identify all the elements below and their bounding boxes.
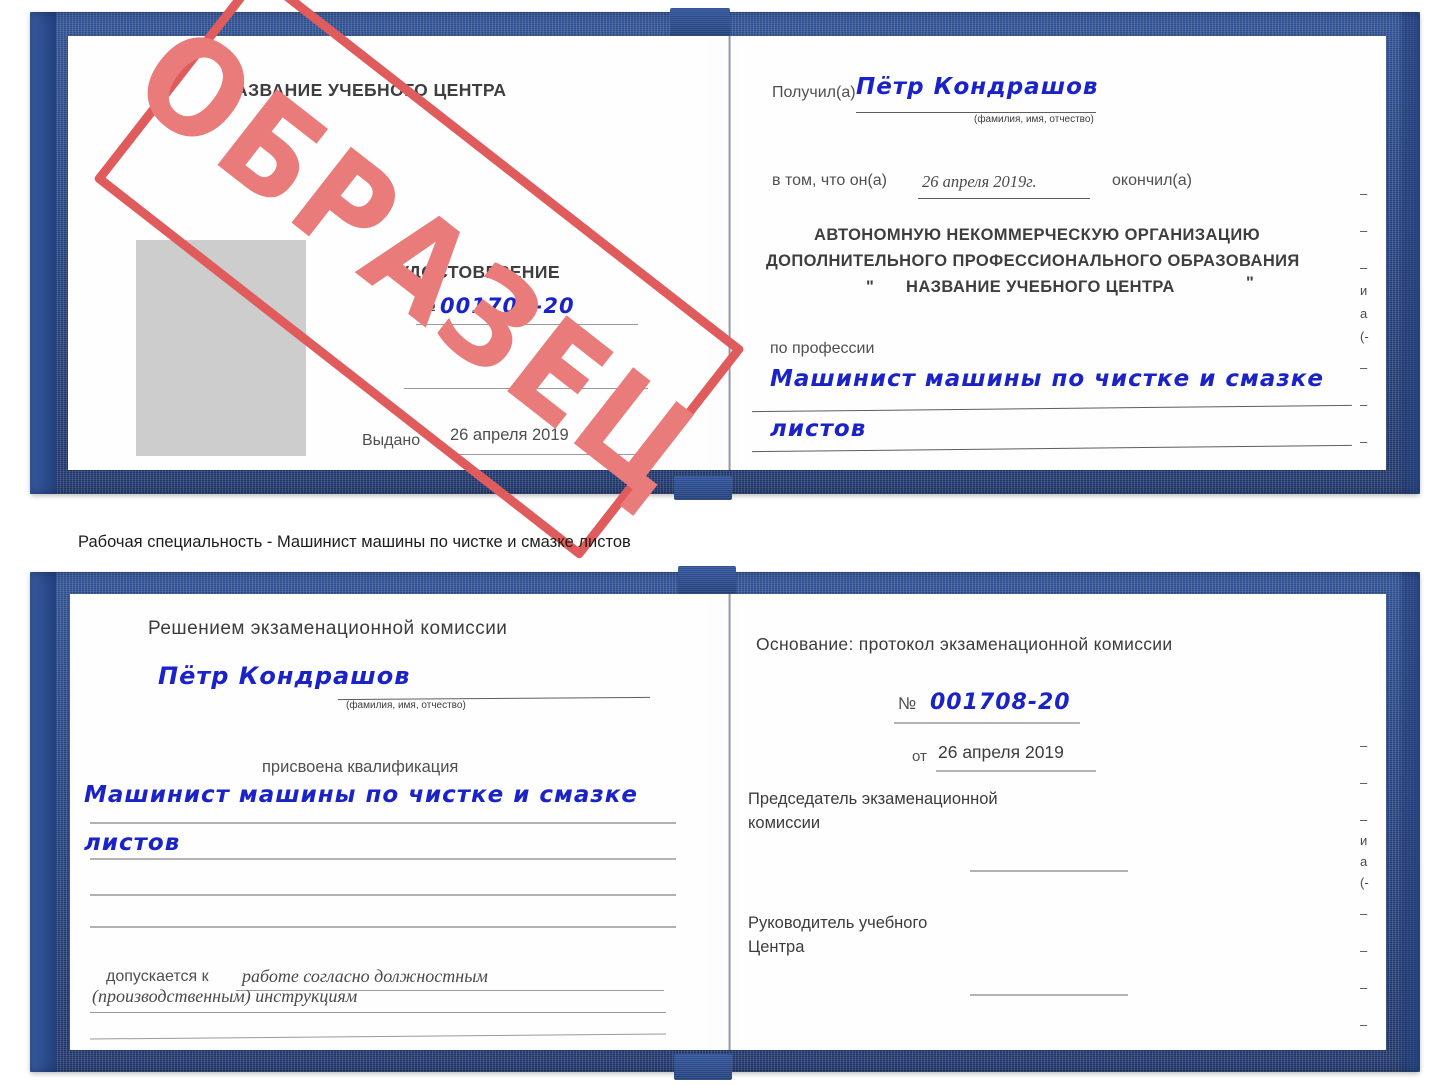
protocol-number-rule: [894, 722, 1080, 724]
fio-hint-top: (фамилия, имя, отчество): [974, 114, 1094, 125]
edge-fragment: –: [1360, 738, 1368, 753]
page-spine-top: [728, 36, 731, 470]
finish-date-rule: [918, 198, 1090, 199]
protocol-from-rule: [936, 770, 1096, 772]
head-label-line-2: Центра: [748, 938, 805, 956]
certificate-pages-bottom: Решением экзаменационной комиссии Пётр К…: [70, 594, 1386, 1050]
edge-fragments-bottom: – – – и а (- – – – –: [1360, 738, 1384, 1032]
head-label-line-1: Руководитель учебного: [748, 914, 928, 932]
org-line-3: НАЗВАНИЕ УЧЕБНОГО ЦЕНТРА: [906, 278, 1175, 296]
doc-type-label: УДОСТОВЕРЕНИЕ: [398, 262, 560, 282]
profession-label: по профессии: [770, 340, 875, 357]
number-rule-top-left: [416, 324, 638, 325]
binding-tab-top: [670, 8, 730, 36]
issued-value: 26 апреля 2019: [450, 426, 569, 444]
edge-fragment: –: [1360, 980, 1368, 995]
issued-rule: [448, 454, 640, 455]
chairman-signature-rule: [970, 870, 1128, 872]
page-bottom-left: Решением экзаменационной комиссии Пётр К…: [70, 594, 708, 1050]
certificate-pages-top: НАЗВАНИЕ УЧЕБНОГО ЦЕНТРА УДОСТОВЕРЕНИЕ №…: [68, 36, 1386, 470]
fio-hint-bottom: (фамилия, имя, отчество): [346, 700, 466, 711]
edge-fragment: –: [1360, 1017, 1368, 1032]
edge-fragment: –: [1360, 186, 1368, 201]
binding-tab-bottom-2: [674, 1054, 732, 1080]
edge-fragment: (-: [1360, 329, 1369, 344]
allowed-value-line-2: (производственным) инструкциям: [92, 986, 358, 1006]
allowed-rule-2: [90, 1012, 666, 1013]
basis-label: Основание: протокол экзаменационной коми…: [756, 634, 1173, 654]
issued-label: Выдано: [362, 432, 421, 449]
head-signature-rule: [970, 994, 1128, 996]
qualification-rule-1: [90, 822, 676, 824]
edge-fragment: –: [1360, 223, 1368, 238]
commission-decision-heading: Решением экзаменационной комиссии: [148, 618, 508, 639]
page-top-left: НАЗВАНИЕ УЧЕБНОГО ЦЕНТРА УДОСТОВЕРЕНИЕ №…: [68, 36, 708, 470]
protocol-number-label: №: [898, 694, 917, 713]
number-label-top-left: №: [418, 298, 437, 315]
student-name-bottom: Пётр Кондрашов: [158, 662, 411, 690]
org-title-top-left: НАЗВАНИЕ УЧЕБНОГО ЦЕНТРА: [222, 80, 507, 100]
org-line-1: АВТОНОМНУЮ НЕКОММЕРЧЕСКУЮ ОРГАНИЗАЦИЮ: [814, 226, 1260, 244]
page-spine-bottom: [728, 594, 731, 1050]
qualification-value-line-2: листов: [84, 830, 181, 856]
edge-fragment: –: [1360, 906, 1368, 921]
qualification-value-line-1: Машинист машины по чистке и смазке: [84, 782, 638, 808]
certificate-bottom: Решением экзаменационной комиссии Пётр К…: [30, 566, 1420, 1080]
allowed-label: допускается к: [106, 968, 209, 985]
profession-rule-1: [752, 404, 1352, 413]
finish-date-value: 26 апреля 2019г.: [922, 172, 1037, 191]
blank-rule-top-left-1: [404, 388, 648, 389]
edge-fragment: –: [1360, 812, 1368, 827]
received-value: Пётр Кондрашов: [856, 74, 1099, 100]
edge-fragment: –: [1360, 434, 1368, 449]
edge-fragment: и: [1360, 833, 1368, 848]
profession-value-line-1: Машинист машины по чистке и смазке: [770, 366, 1324, 392]
edge-fragments-top: – – – и а (- – – –: [1360, 186, 1384, 449]
finished-label: окончил(а): [1112, 172, 1192, 189]
edge-fragment: а: [1360, 306, 1368, 321]
edge-fragment: (-: [1360, 875, 1369, 890]
page-top-right: Получил(а) Пётр Кондрашов (фамилия, имя,…: [738, 36, 1386, 470]
profession-value-line-2: листов: [770, 416, 867, 442]
blank-rule-bl-2: [90, 926, 676, 928]
binding-tab-bottom: [674, 476, 732, 500]
chairman-label-line-2: комиссии: [748, 814, 821, 832]
protocol-from-value: 26 апреля 2019: [938, 742, 1064, 762]
allowed-value-line-1: работе согласно должностным: [242, 966, 488, 986]
page-caption: Рабочая специальность - Машинист машины …: [78, 533, 631, 551]
number-value-top-left: 001708-20: [440, 294, 575, 318]
org-line-2: ДОПОЛНИТЕЛЬНОГО ПРОФЕССИОНАЛЬНОГО ОБРАЗО…: [766, 252, 1300, 270]
allowed-rule-3: [90, 1033, 666, 1040]
received-label: Получил(а): [772, 84, 856, 101]
edge-fragment: –: [1360, 943, 1368, 958]
edge-fragment: и: [1360, 283, 1368, 298]
protocol-from-label: от: [912, 748, 927, 765]
edge-fragment: –: [1360, 360, 1368, 375]
binding-tab-top-2: [678, 566, 736, 594]
blank-rule-bl-1: [90, 894, 676, 896]
edge-fragment: –: [1360, 260, 1368, 275]
chairman-label-line-1: Председатель экзаменационной: [748, 790, 998, 808]
edge-fragment: а: [1360, 854, 1368, 869]
page-bottom-right: Основание: протокол экзаменационной коми…: [738, 594, 1386, 1050]
received-rule: [856, 112, 1096, 113]
profession-rule-2: [752, 444, 1352, 453]
photo-placeholder: [136, 240, 306, 456]
qualification-label: присвоена квалификация: [262, 758, 459, 776]
edge-fragment: –: [1360, 397, 1368, 412]
certificate-top: НАЗВАНИЕ УЧЕБНОГО ЦЕНТРА УДОСТОВЕРЕНИЕ №…: [30, 8, 1420, 500]
qualification-rule-2: [90, 858, 676, 860]
protocol-number-value: 001708-20: [930, 690, 1071, 715]
in-that-label: в том, что он(а): [772, 172, 887, 189]
org-quote-close: ": [1246, 274, 1255, 292]
org-quote-open: ": [866, 278, 875, 296]
edge-fragment: –: [1360, 775, 1368, 790]
